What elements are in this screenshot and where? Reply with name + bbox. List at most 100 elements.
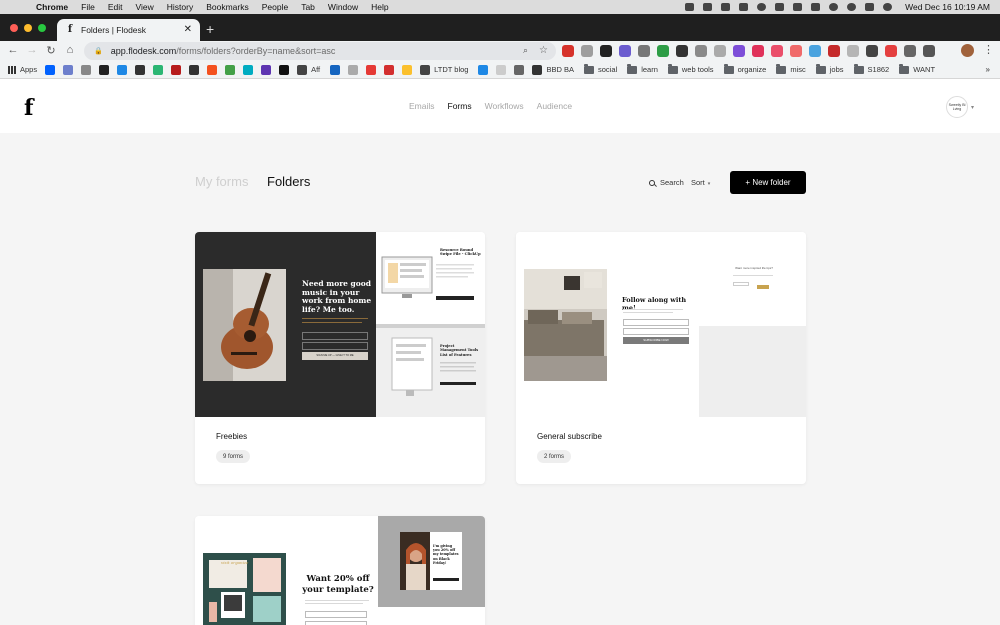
menu-edit[interactable]: Edit: [108, 2, 123, 12]
siri-icon[interactable]: [883, 3, 893, 11]
bookmark-aff[interactable]: Aff: [297, 64, 320, 75]
reader-status-icon[interactable]: [703, 3, 713, 11]
extension-grey-icon[interactable]: [581, 45, 593, 57]
nav-forms[interactable]: Forms: [448, 101, 472, 111]
bookmark-folder-jobs[interactable]: jobs: [815, 63, 844, 74]
browser-tab-active[interactable]: f Folders | Flodesk ✕: [57, 19, 200, 41]
office-status-icon[interactable]: [721, 3, 731, 11]
sort-dropdown[interactable]: Sort ▾: [691, 178, 710, 187]
bookmark-w-icon[interactable]: [171, 64, 182, 75]
nav-workflows[interactable]: Workflows: [485, 101, 524, 111]
bookmark-h-icon[interactable]: [99, 64, 110, 75]
extension-pin-icon[interactable]: [695, 45, 707, 57]
calendar-status-icon[interactable]: [775, 3, 785, 11]
extension-y-icon[interactable]: [866, 45, 878, 57]
menu-people[interactable]: People: [262, 2, 288, 12]
bookmark-leaf-icon[interactable]: [225, 64, 236, 75]
bookmark-grey-icon[interactable]: [81, 64, 92, 75]
extensions-puzzle-icon[interactable]: [923, 45, 935, 57]
bookmark-folder-s1862[interactable]: S1862: [853, 63, 889, 74]
address-bar[interactable]: 🔒 app.flodesk.com/forms/folders?orderBy=…: [84, 42, 556, 60]
bookmark-f-icon[interactable]: [135, 64, 146, 75]
wifi-icon[interactable]: [829, 3, 839, 11]
menu-help[interactable]: Help: [371, 2, 388, 12]
search-button[interactable]: Search: [649, 178, 684, 187]
window-minimize-button[interactable]: [24, 24, 32, 32]
bookmark-doc-icon[interactable]: [348, 64, 359, 75]
bluetooth-icon[interactable]: [793, 3, 803, 11]
bookmarks-overflow-chevron-icon[interactable]: »: [986, 65, 990, 74]
folder-name[interactable]: Freebies: [216, 432, 247, 441]
bookmark-e-icon[interactable]: [153, 64, 164, 75]
bookmark-wave-icon[interactable]: [478, 64, 489, 75]
cloud-status-icon[interactable]: [757, 3, 767, 11]
bookmark-apps[interactable]: Apps: [8, 65, 37, 74]
folder-card-third[interactable]: visit organize Want 20% off your templat…: [195, 516, 485, 625]
home-icon[interactable]: ⌂: [63, 44, 77, 56]
search-lens-icon[interactable]: ⌕: [523, 45, 528, 56]
extension-red-icon[interactable]: [752, 45, 764, 57]
extension-wordpress-icon[interactable]: [600, 45, 612, 57]
extension-asana-icon[interactable]: [771, 45, 783, 57]
bookmark-bulb-icon[interactable]: [402, 64, 413, 75]
bookmark-ticket-icon[interactable]: [366, 64, 377, 75]
extension-u-icon[interactable]: [885, 45, 897, 57]
account-chevron-down-icon[interactable]: ▾: [971, 104, 974, 111]
forward-arrow-icon[interactable]: →: [25, 44, 39, 56]
extension-k-icon[interactable]: [847, 45, 859, 57]
dropbox-status-icon[interactable]: [739, 3, 749, 11]
folder-card-freebies[interactable]: Need more good music in your work from h…: [195, 232, 485, 484]
bookmark-folder-organize[interactable]: organize: [723, 63, 766, 74]
bookmark-q-icon[interactable]: [189, 64, 200, 75]
extension-text-icon[interactable]: [714, 45, 726, 57]
new-folder-button[interactable]: + New folder: [730, 171, 806, 194]
bookmark-photo-icon[interactable]: [63, 64, 74, 75]
bookmark-folder-web-tools[interactable]: web tools: [667, 63, 714, 74]
new-tab-plus-icon[interactable]: +: [206, 21, 214, 37]
bookmark-folder-misc[interactable]: misc: [776, 63, 806, 74]
control-center-icon[interactable]: [865, 3, 875, 11]
folder-card-general-subscribe[interactable]: Follow along with me! SUBSCRIBE NOW Want…: [516, 232, 806, 484]
menu-bar-clock[interactable]: Wed Dec 16 10:19 AM: [905, 2, 990, 12]
menu-tab[interactable]: Tab: [301, 2, 315, 12]
back-arrow-icon[interactable]: ←: [6, 44, 20, 56]
account-avatar[interactable]: Sweetly Bi Lving: [946, 96, 968, 118]
folder-name[interactable]: General subscribe: [537, 432, 602, 441]
menu-app-name[interactable]: Chrome: [36, 2, 68, 12]
extension-green-icon[interactable]: [657, 45, 669, 57]
extension-adblock-icon[interactable]: [562, 45, 574, 57]
extension-settings-icon[interactable]: [619, 45, 631, 57]
bookmark-box-icon[interactable]: [279, 64, 290, 75]
bookmark-folder-learn[interactable]: learn: [627, 63, 658, 74]
bookmark-x-icon[interactable]: [261, 64, 272, 75]
nav-audience[interactable]: Audience: [537, 101, 572, 111]
extension-x-icon[interactable]: [828, 45, 840, 57]
tab-folders[interactable]: Folders: [267, 174, 310, 189]
extension-heart-icon[interactable]: [809, 45, 821, 57]
menu-window[interactable]: Window: [328, 2, 358, 12]
bookmark-asana-icon[interactable]: [207, 64, 218, 75]
battery-icon[interactable]: [811, 3, 821, 11]
nav-emails[interactable]: Emails: [409, 101, 435, 111]
bookmark-folder-social[interactable]: social: [584, 63, 617, 74]
bookmark-cloud-icon[interactable]: [243, 64, 254, 75]
chrome-menu-icon[interactable]: ⋮: [983, 43, 994, 56]
extension-play-icon[interactable]: [790, 45, 802, 57]
menu-file[interactable]: File: [81, 2, 95, 12]
back-status-icon[interactable]: [685, 3, 695, 11]
window-close-button[interactable]: [10, 24, 18, 32]
spotlight-icon[interactable]: [847, 3, 857, 11]
extension-hash-icon[interactable]: [733, 45, 745, 57]
bookmark-dropbox-icon[interactable]: [45, 64, 56, 75]
menu-view[interactable]: View: [135, 2, 153, 12]
bookmark-bbd-ba[interactable]: BBD BA: [532, 64, 574, 75]
reload-icon[interactable]: ↻: [44, 44, 58, 57]
extension-grid-icon[interactable]: [676, 45, 688, 57]
bookmark-folder-want[interactable]: WANT: [899, 63, 935, 74]
menu-bookmarks[interactable]: Bookmarks: [206, 2, 249, 12]
bookmark-ltdt-blog[interactable]: LTDT blog: [420, 64, 468, 75]
tab-close-icon[interactable]: ✕: [184, 24, 192, 35]
flodesk-logo[interactable]: f: [24, 95, 33, 121]
bookmark-jw-icon[interactable]: [496, 64, 507, 75]
bookmark-c-icon[interactable]: [117, 64, 128, 75]
